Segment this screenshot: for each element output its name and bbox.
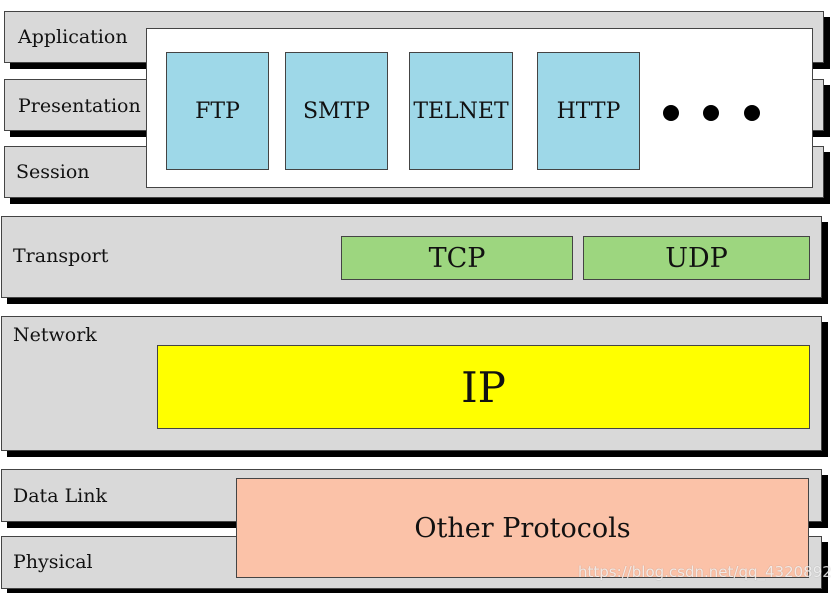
- protocol-telnet: TELNET: [409, 52, 513, 170]
- protocol-smtp: SMTP: [285, 52, 388, 170]
- protocol-udp: UDP: [583, 236, 810, 280]
- protocol-tcp: TCP: [341, 236, 573, 280]
- ellipsis-dot: [703, 105, 719, 121]
- protocol-ftp: FTP: [166, 52, 269, 170]
- watermark: https://blog.csdn.net/qq_43208925: [578, 563, 831, 581]
- protocol-ip: IP: [157, 345, 810, 429]
- label-transport: Transport: [13, 245, 109, 267]
- label-session: Session: [16, 161, 90, 183]
- label-application: Application: [18, 26, 128, 48]
- protocol-http: HTTP: [537, 52, 640, 170]
- label-data-link: Data Link: [13, 485, 108, 507]
- ellipsis-dot: [663, 105, 679, 121]
- ellipsis-dot: [744, 105, 760, 121]
- label-presentation: Presentation: [18, 95, 141, 117]
- label-network: Network: [13, 324, 97, 346]
- label-physical: Physical: [13, 551, 93, 573]
